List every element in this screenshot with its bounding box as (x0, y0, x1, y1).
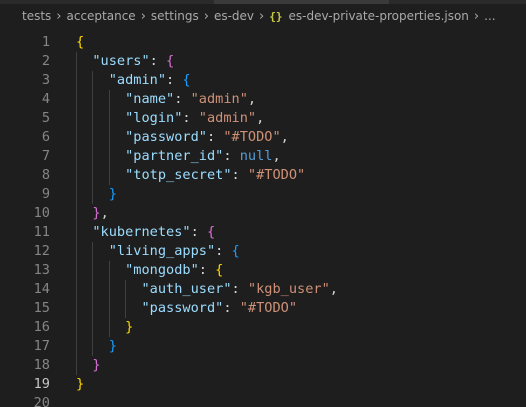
line-number: 3 (41, 72, 50, 88)
line-text: "mongodb": { (125, 262, 224, 278)
line-number: 19 (33, 376, 50, 392)
line-text: "kubernetes": { (92, 224, 216, 240)
line-text: } (125, 319, 134, 335)
chevron-right-icon: › (56, 8, 62, 24)
json-file-icon: {} (269, 9, 283, 23)
line-text: "totp_secret": "#TODO" (125, 167, 306, 183)
code-line[interactable]: 9 } (0, 185, 526, 204)
code-line[interactable]: 13 "mongodb": { (0, 261, 526, 280)
line-number: 1 (41, 34, 50, 50)
code-editor[interactable]: tests › acceptance › settings › es-dev ›… (0, 0, 526, 407)
breadcrumb-more[interactable]: ... (484, 9, 495, 23)
code-line[interactable]: 19} (0, 375, 526, 394)
code-line[interactable]: 11 "kubernetes": { (0, 223, 526, 242)
chevron-right-icon: › (259, 8, 265, 24)
line-text: "living_apps": { (108, 243, 240, 259)
line-number: 6 (41, 129, 50, 145)
line-number: 11 (33, 224, 50, 240)
code-line[interactable]: 1{ (0, 33, 526, 52)
line-number: 15 (33, 300, 50, 316)
breadcrumb-file-name[interactable]: es-dev-private-properties.json (289, 9, 469, 23)
code-line[interactable]: 7 "partner_id": null, (0, 147, 526, 166)
line-text: "users": { (92, 53, 175, 69)
line-number: 14 (33, 281, 50, 297)
line-text: } (76, 376, 85, 392)
code-line[interactable]: 14 "auth_user": "kgb_user", (0, 280, 526, 299)
line-number: 13 (33, 262, 50, 278)
code-line[interactable]: 8 "totp_secret": "#TODO" (0, 166, 526, 185)
line-number: 2 (41, 53, 50, 69)
line-text: }, (92, 205, 109, 221)
code-line[interactable]: 6 "password": "#TODO", (0, 128, 526, 147)
line-text: "login": "admin", (125, 110, 265, 126)
code-line[interactable]: 16 } (0, 318, 526, 337)
chevron-right-icon: › (140, 8, 146, 24)
line-text: } (108, 338, 117, 354)
line-number: 16 (33, 319, 50, 335)
code-line[interactable]: 3 "admin": { (0, 71, 526, 90)
code-line[interactable]: 18 } (0, 356, 526, 375)
line-number: 8 (41, 167, 50, 183)
code-line[interactable]: 4 "name": "admin", (0, 90, 526, 109)
line-text: "name": "admin", (125, 91, 257, 107)
line-text: "partner_id": null, (125, 148, 281, 164)
line-text: } (92, 357, 101, 373)
line-number: 9 (41, 186, 50, 202)
code-line[interactable]: 20 (0, 394, 526, 407)
indent-guide (108, 90, 110, 185)
line-number: 10 (33, 205, 50, 221)
code-line[interactable]: 12 "living_apps": { (0, 242, 526, 261)
code-line[interactable]: 5 "login": "admin", (0, 109, 526, 128)
code-line[interactable]: 15 "password": "#TODO" (0, 299, 526, 318)
line-number: 18 (33, 357, 50, 373)
line-text: } (108, 186, 117, 202)
indent-guide (76, 52, 77, 375)
code-line[interactable]: 2 "users": { (0, 52, 526, 71)
indent-guide (125, 280, 127, 318)
breadcrumb-item-settings[interactable]: settings (151, 9, 199, 23)
chevron-right-icon: › (203, 8, 209, 24)
breadcrumb-item-es-dev[interactable]: es-dev (214, 9, 254, 23)
breadcrumb: tests › acceptance › settings › es-dev ›… (0, 4, 526, 28)
code-area[interactable]: 1{2 "users": {3 "admin": {4 "name": "adm… (0, 33, 526, 407)
line-number: 7 (41, 148, 50, 164)
chevron-right-icon: › (473, 8, 480, 24)
indent-guide (92, 71, 94, 204)
line-number: 4 (41, 91, 50, 107)
code-line[interactable]: 17 } (0, 337, 526, 356)
line-text: { (76, 34, 85, 50)
line-number: 5 (41, 110, 50, 126)
breadcrumb-item-tests[interactable]: tests (22, 9, 51, 23)
line-number: 17 (33, 338, 50, 354)
breadcrumb-item-acceptance[interactable]: acceptance (67, 9, 136, 23)
indent-guide (92, 242, 94, 356)
code-line[interactable]: 10 }, (0, 204, 526, 223)
indent-guide (108, 261, 110, 337)
line-number: 12 (33, 243, 50, 259)
line-text: "auth_user": "kgb_user", (141, 281, 338, 297)
line-number: 20 (33, 395, 50, 407)
